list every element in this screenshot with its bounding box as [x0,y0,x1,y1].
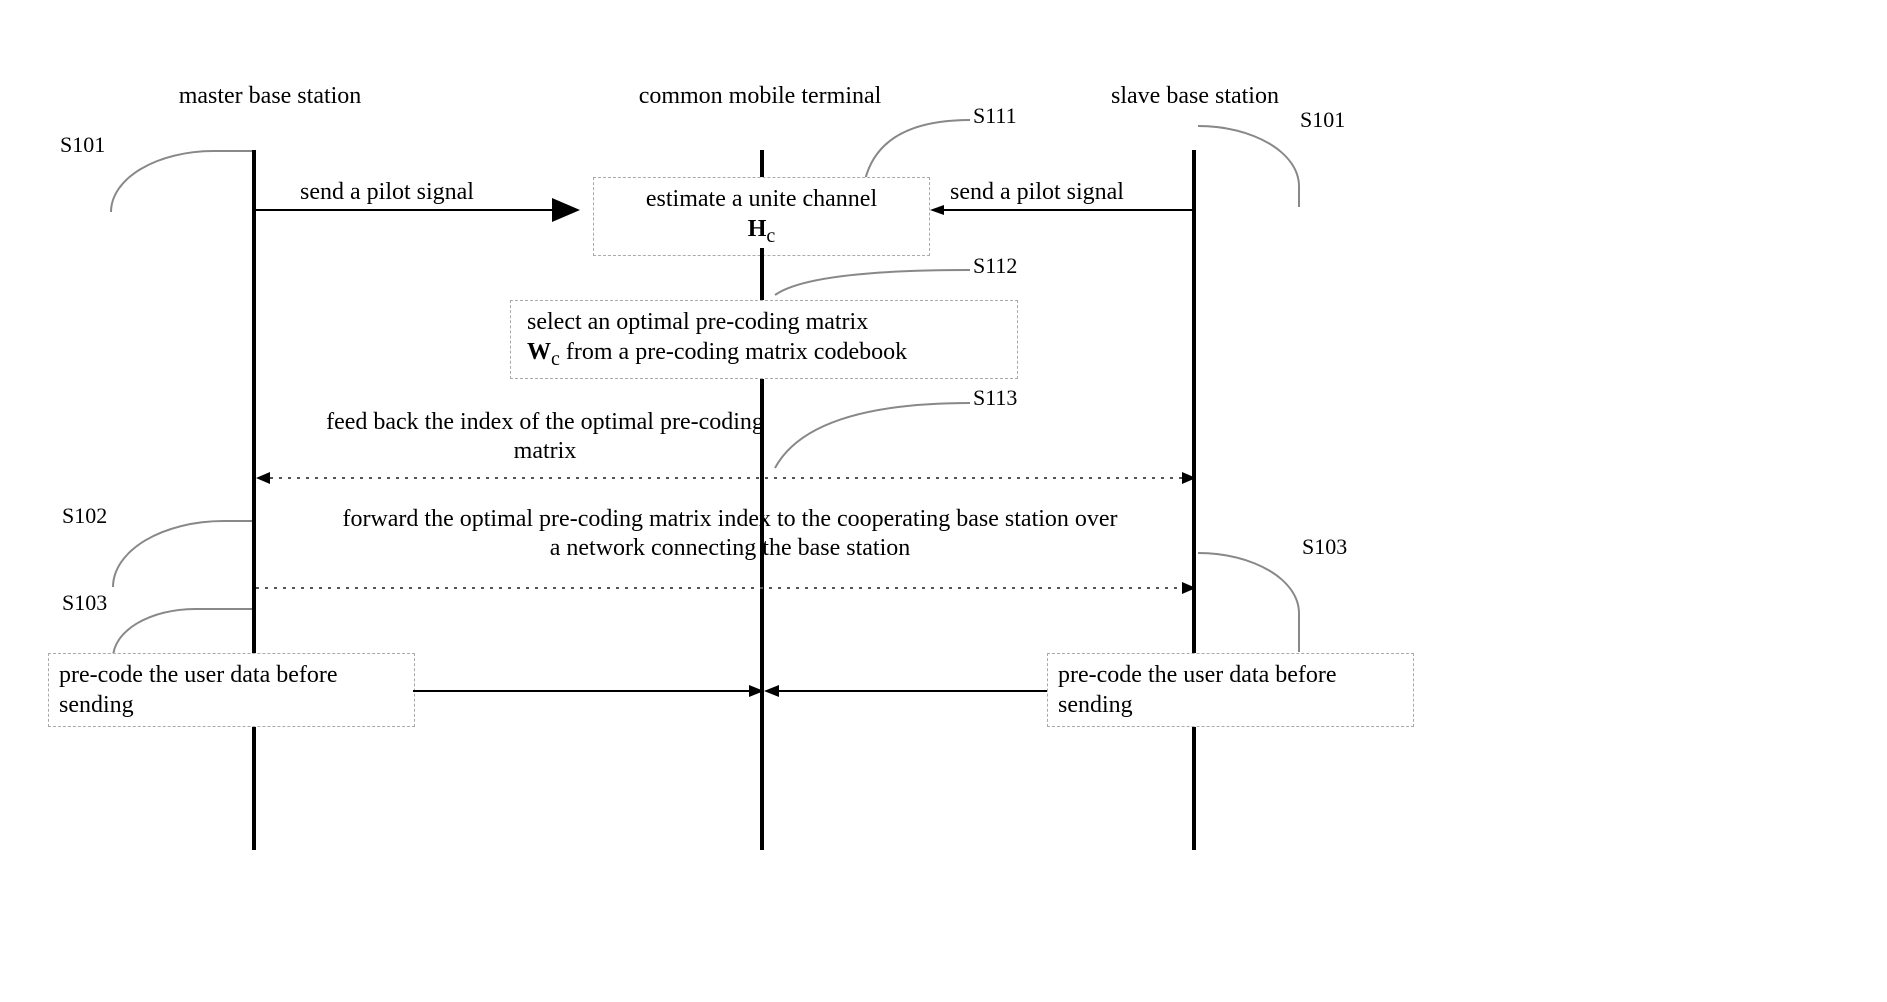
arrow-precode-right [764,685,1047,705]
msg-pilot-left: send a pilot signal [300,178,550,207]
box-estimate-text: estimate a unite channel [646,186,877,212]
box-precode-slave: pre-code the user data before sending [1047,653,1414,727]
step-s102-label: S102 [62,503,107,529]
leader-s103-left [112,608,252,658]
lifeline-master [252,150,256,850]
arrow-pilot-right [930,205,1192,225]
sequence-diagram: master base station common mobile termin… [0,0,1887,1002]
leader-s113 [770,398,980,478]
arrow-feedback [256,472,1196,492]
leader-s102 [112,520,252,587]
step-s101-left-label: S101 [60,132,105,158]
lane-label-master: master base station [170,82,370,111]
leader-s101-left [110,150,252,212]
symbol-h-sub: c [766,225,775,247]
lane-label-slave: slave base station [1095,82,1295,111]
symbol-h: H [748,216,767,242]
leader-s112 [770,265,980,305]
leader-s111 [860,115,980,185]
leader-s103-right [1198,552,1300,652]
step-s103-right-label: S103 [1302,534,1347,560]
box-select-tail: from a pre-coding matrix codebook [560,339,907,365]
arrow-pilot-left [256,205,592,225]
leader-s101-right [1198,125,1300,207]
arrow-precode-left [413,685,764,705]
box-estimate-channel: estimate a unite channel Hc [593,177,930,256]
arrow-forward [256,582,1196,602]
box-select-line1: select an optimal pre-coding matrix [527,309,868,335]
connector-estimate-to-select [758,248,766,300]
step-s101-right-label: S101 [1300,107,1345,133]
lane-label-terminal: common mobile terminal [620,82,900,111]
box-select-precoding: select an optimal pre-coding matrix Wc f… [510,300,1018,379]
msg-forward: forward the optimal pre-coding matrix in… [335,505,1125,563]
symbol-w: W [527,339,551,365]
symbol-w-sub: c [551,348,560,370]
msg-pilot-right: send a pilot signal [950,178,1180,207]
box-precode-master: pre-code the user data before sending [48,653,415,727]
step-s103-left-label: S103 [62,590,107,616]
lifeline-slave [1192,150,1196,850]
msg-feedback: feed back the index of the optimal pre-c… [320,408,770,466]
